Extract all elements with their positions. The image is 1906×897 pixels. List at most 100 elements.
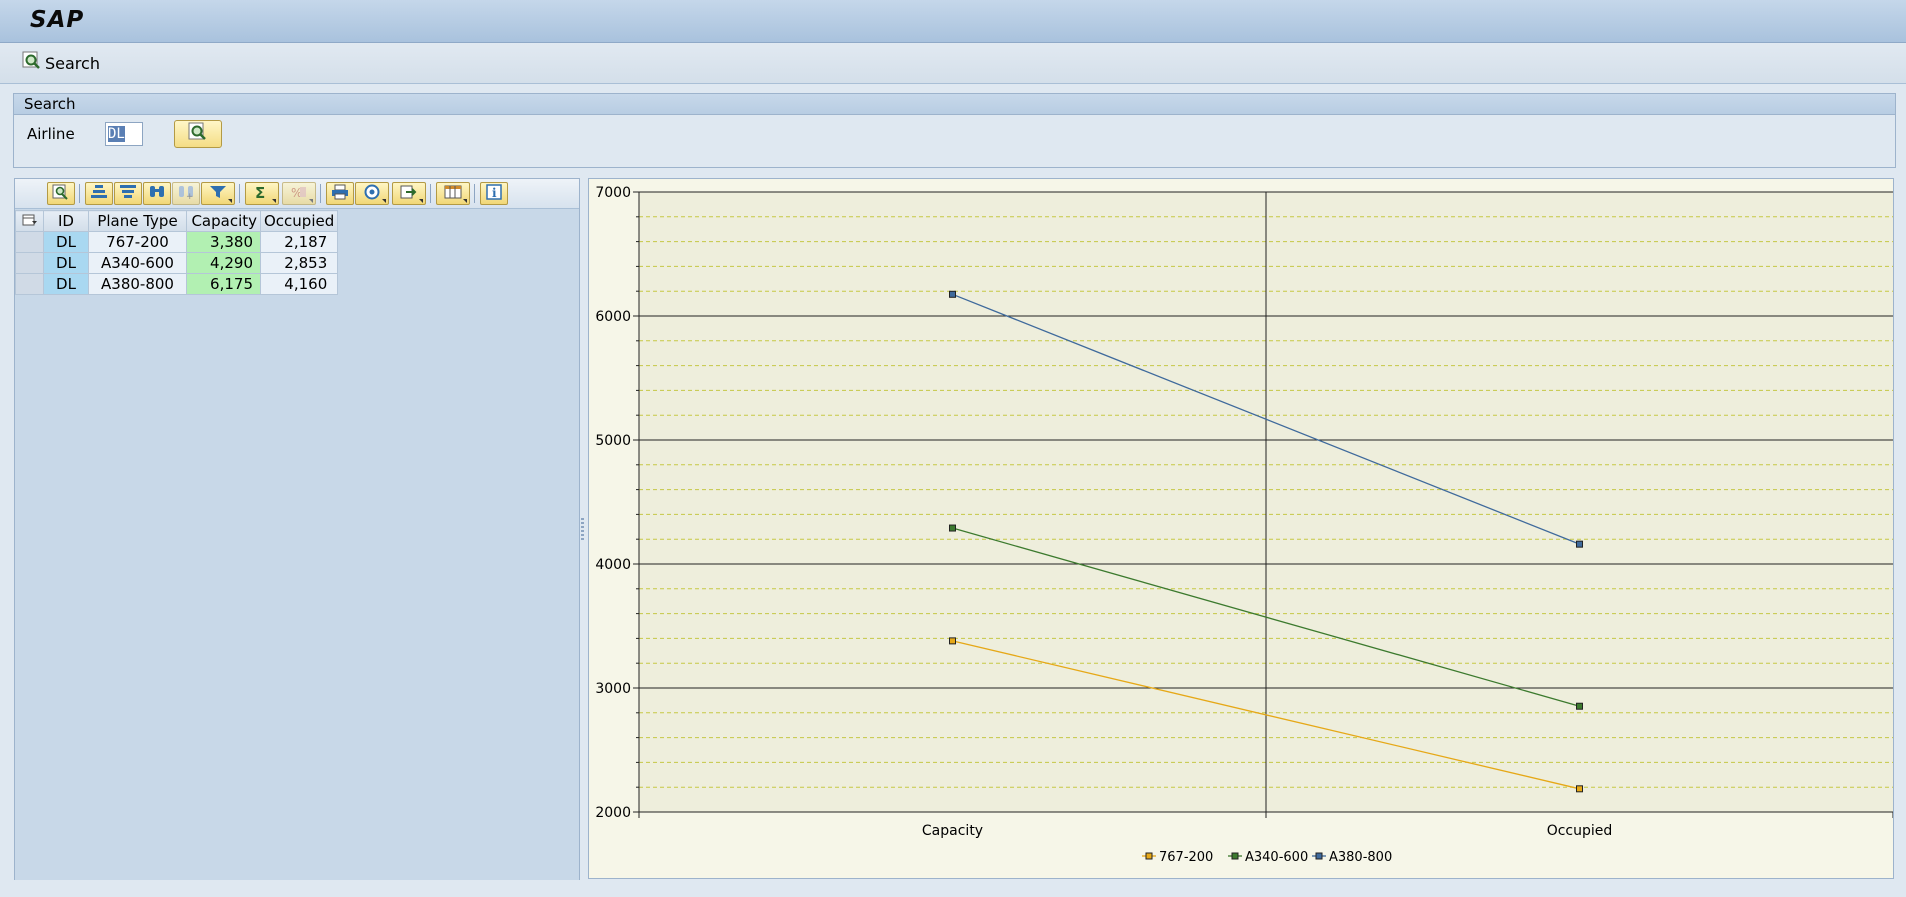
row-selector[interactable] xyxy=(15,273,44,295)
info-icon: i xyxy=(485,183,503,204)
status-bar xyxy=(0,880,1906,897)
panel-splitter[interactable] xyxy=(580,178,586,879)
legend-marker xyxy=(1231,852,1239,860)
cell-plane-type[interactable]: A380-800 xyxy=(88,273,187,295)
execute-search-button[interactable] xyxy=(174,120,222,148)
views-icon xyxy=(363,184,381,204)
layout-button[interactable] xyxy=(436,182,470,205)
layout-dropdown-arrow xyxy=(463,199,467,203)
cell-plane-type[interactable]: 767-200 xyxy=(88,231,187,253)
subtotal-button[interactable]: % xyxy=(282,182,316,205)
search-button[interactable]: Search xyxy=(22,50,100,76)
cell-capacity[interactable]: 6,175 xyxy=(186,273,261,295)
application-toolbar: Search xyxy=(0,43,1906,84)
column-header-id[interactable]: ID xyxy=(43,210,89,232)
layout-icon xyxy=(444,184,462,204)
search-icon xyxy=(187,122,209,146)
data-point xyxy=(949,524,956,532)
cell-occupied[interactable]: 2,187 xyxy=(259,231,339,253)
print-button[interactable] xyxy=(326,182,354,205)
legend-marker xyxy=(1315,852,1323,860)
legend-label: A340-600 xyxy=(1245,850,1308,865)
search-icon xyxy=(22,51,42,75)
cell-occupied[interactable]: 2,853 xyxy=(259,252,339,274)
toolbar-separator xyxy=(239,184,240,203)
cell-id[interactable]: DL xyxy=(43,231,89,253)
find-next-icon: + xyxy=(177,184,195,204)
data-point xyxy=(1576,540,1583,548)
data-point xyxy=(1576,785,1583,793)
subtotal-dropdown-arrow xyxy=(309,199,313,203)
data-point xyxy=(949,637,956,645)
find-button[interactable] xyxy=(143,182,171,205)
export-button[interactable] xyxy=(392,182,426,205)
data-point xyxy=(1576,702,1583,710)
search-button-label: Search xyxy=(45,53,100,73)
y-tick-label: 5000 xyxy=(595,433,631,449)
views-button[interactable] xyxy=(355,182,389,205)
cell-id[interactable]: DL xyxy=(43,273,89,295)
x-tick-label: Occupied xyxy=(1547,823,1613,839)
info-button[interactable]: i xyxy=(480,182,508,205)
sort-ascending-icon xyxy=(90,184,108,204)
table-row[interactable]: DL 767-200 3,380 2,187 xyxy=(15,231,339,253)
y-tick-label: 3000 xyxy=(595,681,631,697)
sort-descending-button[interactable] xyxy=(114,182,142,205)
cell-occupied[interactable]: 4,160 xyxy=(259,273,339,295)
filter-button[interactable] xyxy=(201,182,235,205)
window-title: SAP xyxy=(30,7,85,33)
column-header-occupied[interactable]: Occupied xyxy=(259,210,339,232)
title-bar: SAP xyxy=(0,0,1906,43)
filter-icon xyxy=(209,184,227,204)
grid-toolbar: + Σ % i xyxy=(15,179,579,209)
views-dropdown-arrow xyxy=(382,199,386,203)
print-icon xyxy=(331,184,349,204)
svg-text:Σ: Σ xyxy=(255,184,265,200)
find-next-button[interactable]: + xyxy=(172,182,200,205)
airline-label: Airline xyxy=(27,125,75,143)
splitter-grip[interactable] xyxy=(581,518,584,542)
cell-plane-type[interactable]: A340-600 xyxy=(88,252,187,274)
cell-id[interactable]: DL xyxy=(43,252,89,274)
svg-text:+: + xyxy=(186,192,194,200)
cell-capacity[interactable]: 3,380 xyxy=(186,231,261,253)
column-settings-icon xyxy=(22,212,38,230)
row-selector[interactable] xyxy=(15,231,44,253)
sum-button[interactable]: Σ xyxy=(245,182,279,205)
details-button[interactable] xyxy=(47,182,75,205)
legend-label: 767-200 xyxy=(1159,850,1213,865)
airline-input[interactable]: DL xyxy=(105,122,143,146)
subtotal-icon: % xyxy=(290,184,308,204)
details-icon xyxy=(52,184,70,204)
sort-ascending-button[interactable] xyxy=(85,182,113,205)
sum-icon: Σ xyxy=(253,184,271,204)
grid-panel: + Σ % i ID Plane Type Capacity Occupied … xyxy=(14,178,580,881)
legend-label: A380-800 xyxy=(1329,850,1392,865)
column-header-capacity[interactable]: Capacity xyxy=(186,210,261,232)
find-icon xyxy=(148,184,166,204)
line-chart: 2000 3000 4000 5000 6000 7000 Capacity Occupied… xyxy=(595,185,1893,865)
table-row[interactable]: DL A340-600 4,290 2,853 xyxy=(15,252,339,274)
search-frame-title: Search xyxy=(14,94,1895,115)
svg-text:i: i xyxy=(492,186,497,200)
chart-panel: 2000 3000 4000 5000 6000 7000 Capacity Occupied… xyxy=(588,178,1894,879)
toolbar-separator xyxy=(430,184,431,203)
select-all-cell[interactable] xyxy=(15,210,44,232)
data-grid: ID Plane Type Capacity Occupied DL 767-2… xyxy=(15,210,339,295)
y-tick-label: 2000 xyxy=(595,805,631,821)
search-frame: Search Airline DL xyxy=(13,93,1896,168)
export-icon xyxy=(400,184,418,204)
grid-header-row: ID Plane Type Capacity Occupied xyxy=(15,210,339,232)
column-header-plane-type[interactable]: Plane Type xyxy=(88,210,187,232)
legend-marker xyxy=(1145,852,1153,860)
table-row[interactable]: DL A380-800 6,175 4,160 xyxy=(15,273,339,295)
export-dropdown-arrow xyxy=(419,199,423,203)
sort-descending-icon xyxy=(119,184,137,204)
filter-dropdown-arrow xyxy=(228,199,232,203)
sum-dropdown-arrow xyxy=(272,199,276,203)
data-point xyxy=(949,290,956,298)
cell-capacity[interactable]: 4,290 xyxy=(186,252,261,274)
y-tick-label: 4000 xyxy=(595,557,631,573)
row-selector[interactable] xyxy=(15,252,44,274)
y-tick-label: 6000 xyxy=(595,309,631,325)
